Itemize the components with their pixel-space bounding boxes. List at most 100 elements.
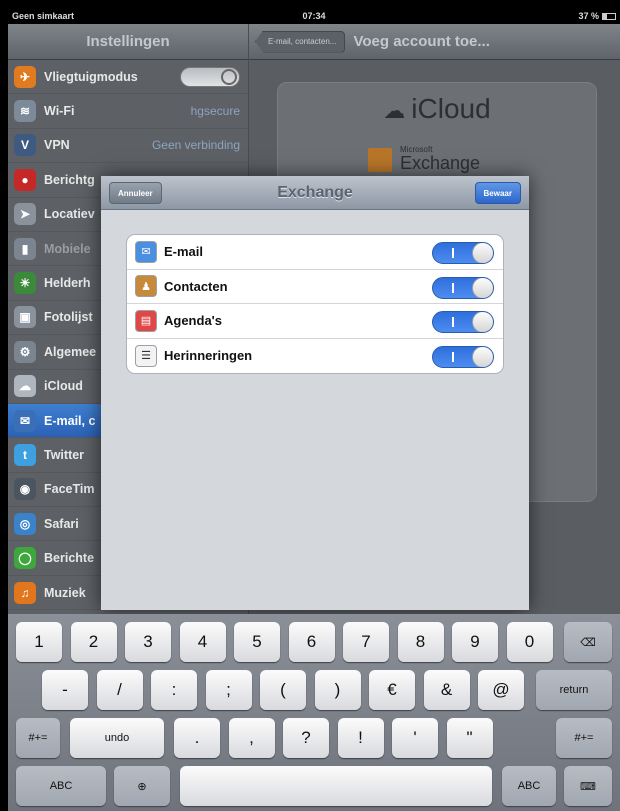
switch-knob	[472, 346, 493, 367]
sidebar-item-1[interactable]: ≋ Wi-Fi hgsecure	[8, 94, 248, 129]
sidebar-item-0[interactable]: ✈ Vliegtuigmodus	[8, 60, 248, 95]
switch-on-mark	[452, 351, 454, 362]
sidebar-item-label: Locatiev	[44, 207, 95, 222]
back-button[interactable]: E-mail, contacten...	[255, 30, 346, 53]
provider-icloud-label: iCloud	[411, 93, 491, 124]
status-bar: Geen simkaart 07:34 37 %	[8, 8, 620, 24]
vpn-icon: V	[14, 134, 36, 157]
sync-row-1: ♟ Contacten	[127, 270, 503, 304]
return-key[interactable]: return	[536, 670, 612, 710]
exchange-label: Exchange	[400, 153, 481, 173]
key-2[interactable]: 2	[70, 622, 117, 662]
sidebar-item-label: Twitter	[44, 447, 85, 462]
provider-exchange[interactable]: Microsoft Exchange	[368, 145, 480, 174]
key-4[interactable]: 4	[179, 622, 226, 662]
sync-row-label: Agenda's	[164, 313, 222, 329]
key-symbol[interactable]: '	[392, 718, 438, 758]
key-1[interactable]: 1	[16, 622, 62, 662]
key-symbol[interactable]: -	[42, 670, 88, 710]
globe-key[interactable]: ⊕	[114, 766, 170, 806]
onscreen-keyboard: 1 2 3 4 5 6 7 8 9 0 ⌫ - /:;() € & @ return #+= undo.,?! ' " #…	[8, 614, 620, 811]
key-symbol[interactable]: &	[423, 670, 470, 710]
sidebar-title: Instellingen	[8, 24, 248, 60]
messages-icon: ◯	[14, 547, 36, 570]
battery-icon	[602, 13, 616, 21]
location-icon: ➤	[14, 203, 36, 226]
sidebar-item-label: Fotolijst	[44, 310, 93, 325]
sync-options-group: ✉ E-mail ♟ Contacten ▤ Agenda's ☰ Herinneringen	[126, 234, 504, 374]
sync-row-0: ✉ E-mail	[127, 235, 503, 270]
sync-row-label: Contacten	[164, 278, 228, 294]
sync-row-3: ☰ Herinneringen	[127, 339, 503, 374]
key-symbol[interactable]: !	[337, 718, 384, 758]
sidebar-item-label: Wi-Fi	[44, 104, 75, 119]
switch-off-mark	[221, 68, 237, 85]
exchange-title: Exchange	[277, 183, 353, 201]
key-9[interactable]: 9	[452, 622, 498, 662]
save-button[interactable]: Bewaar	[474, 182, 521, 204]
carrier-label: Geen simkaart	[12, 11, 75, 21]
sync-toggle[interactable]	[432, 242, 494, 264]
add-account-navbar: E-mail, contacten... Voeg account toe...	[249, 24, 620, 60]
backspace-key[interactable]: ⌫	[564, 622, 612, 662]
abc-key-right[interactable]: ABC	[502, 766, 556, 806]
abc-key-left[interactable]: ABC	[16, 766, 106, 806]
sidebar-item-label: FaceTim	[44, 482, 95, 497]
symbols-key-left[interactable]: #+=	[16, 718, 60, 758]
sync-row-2: ▤ Agenda's	[127, 304, 503, 339]
key-symbol[interactable]: )	[314, 670, 361, 710]
sidebar-item-label: Helderh	[44, 276, 91, 291]
sidebar-item-label: Muziek	[44, 585, 86, 600]
provider-icloud[interactable]: ☁ iCloud	[278, 93, 596, 125]
switch-on-mark	[452, 282, 454, 293]
sidebar-item-value: hgsecure	[190, 104, 240, 119]
sidebar-item-label: Berichtg	[44, 172, 95, 187]
safari-icon: ◎	[14, 512, 36, 535]
key-5[interactable]: 5	[234, 622, 280, 662]
undo-key[interactable]: undo	[70, 718, 164, 758]
brightness-icon: ☀	[14, 272, 36, 295]
cellular-icon: ▮	[14, 237, 36, 260]
sync-row-label: E-mail	[164, 244, 204, 260]
switch-on-mark	[452, 248, 454, 258]
dismiss-keyboard-key[interactable]: ⌨	[564, 766, 612, 806]
symbols-key-right[interactable]: #+=	[556, 718, 612, 758]
sidebar-item-label: E-mail, c	[44, 413, 96, 428]
key-7[interactable]: 7	[343, 622, 389, 662]
sidebar-item-label: Berichte	[44, 551, 95, 566]
exchange-navbar: Annuleer Exchange Bewaar	[101, 176, 529, 210]
key-symbol[interactable]: @	[478, 670, 524, 710]
key-8[interactable]: 8	[397, 622, 444, 662]
sidebar-item-label: Algemee	[44, 344, 97, 359]
key-3[interactable]: 3	[125, 622, 171, 662]
cloud-icon: ☁	[383, 98, 406, 123]
reminders-icon: ☰	[135, 344, 157, 367]
notifications-icon: ●	[14, 168, 36, 191]
key-symbol[interactable]: €	[369, 670, 415, 710]
add-account-title: Voeg account toe...	[353, 33, 490, 50]
sidebar-item-label: Vliegtuigmodus	[44, 69, 138, 84]
battery-indicator: 37 %	[578, 11, 616, 21]
sync-toggle[interactable]	[432, 311, 494, 333]
mail-icon: ✉	[14, 409, 36, 432]
key-0[interactable]: 0	[506, 622, 553, 662]
picture-frame-icon: ▣	[14, 306, 36, 329]
key-6[interactable]: 6	[288, 622, 335, 662]
sync-toggle[interactable]	[432, 345, 494, 368]
key-symbol[interactable]: /	[96, 670, 143, 710]
calendar-icon: ▤	[135, 309, 157, 332]
switch-on-mark	[452, 317, 454, 327]
sidebar-item-2[interactable]: V VPN Geen verbinding	[8, 129, 248, 164]
key-symbol[interactable]: .	[174, 718, 220, 758]
airplane-mode-switch[interactable]	[180, 66, 240, 87]
key-symbol[interactable]: ;	[205, 670, 252, 710]
key-symbol[interactable]: ,	[228, 718, 275, 758]
sidebar-item-label: Safari	[44, 516, 79, 531]
key-symbol[interactable]: "	[446, 718, 493, 758]
sidebar-item-value: Geen verbinding	[151, 138, 240, 153]
sync-toggle[interactable]	[432, 276, 494, 299]
space-key[interactable]	[180, 766, 492, 806]
key-symbol[interactable]: (	[260, 670, 306, 710]
key-symbol[interactable]: ?	[283, 718, 329, 758]
key-symbol[interactable]: :	[151, 670, 197, 710]
